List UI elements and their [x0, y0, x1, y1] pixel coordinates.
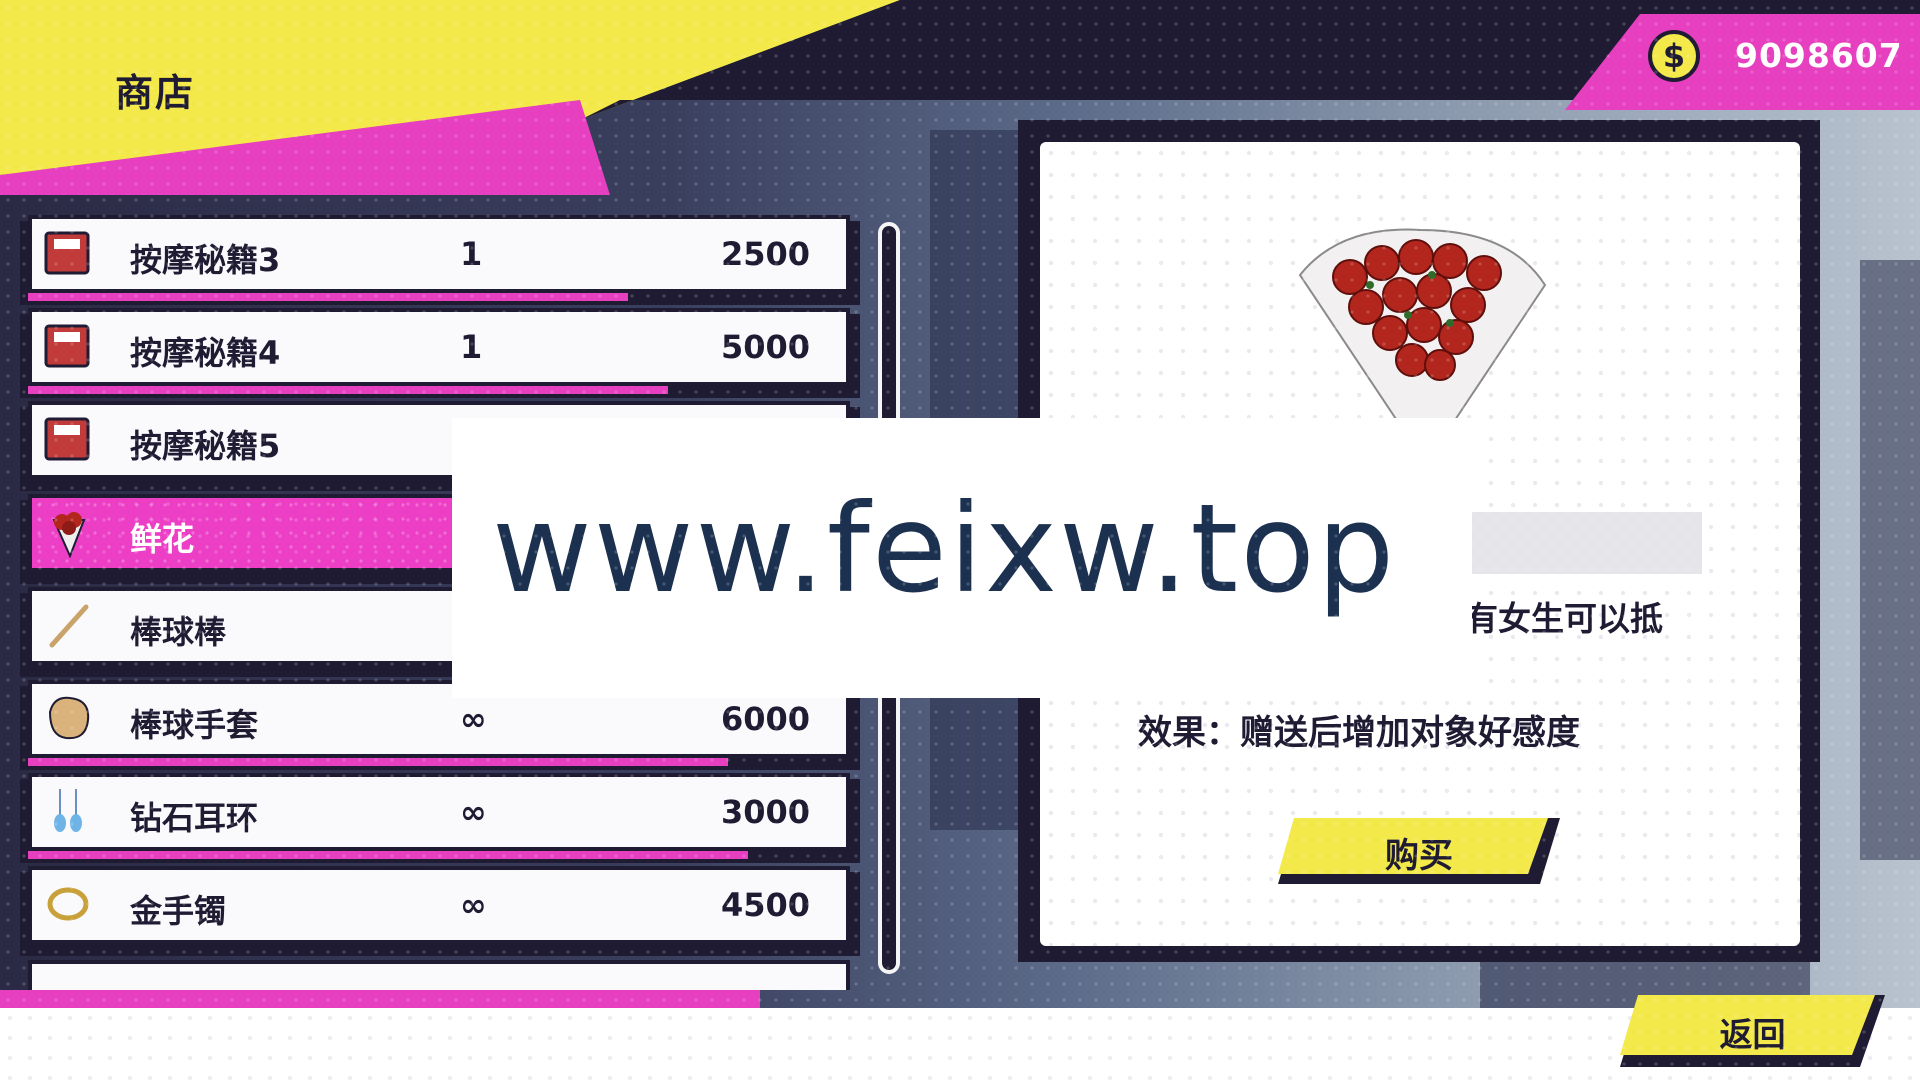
earring-icon	[40, 785, 98, 837]
item-name: 金手镯	[130, 892, 227, 930]
item-name: 钻石耳环	[130, 799, 259, 837]
baseball-glove-icon	[40, 692, 98, 744]
book-icon	[40, 227, 98, 279]
item-quantity: 1	[460, 235, 483, 273]
buy-button-label[interactable]: 购买	[1278, 828, 1560, 877]
item-quantity: 1	[460, 328, 483, 366]
page-title: 商店	[115, 71, 196, 115]
item-name: 棒球棒	[130, 613, 227, 651]
currency-amount: 9098607	[1735, 36, 1903, 75]
shop-item-row[interactable]: 按摩秘籍4 1 5000	[20, 308, 860, 398]
shop-item-row-partial[interactable]	[28, 960, 850, 990]
rose-bouquet-icon	[1298, 228, 1547, 442]
bracelet-icon	[40, 878, 98, 930]
shop-item-row[interactable]: 金手镯 ∞ 4500	[20, 866, 860, 956]
item-price: 3000	[720, 793, 810, 831]
item-price: 6000	[720, 700, 810, 738]
rose-bouquet-icon	[40, 506, 98, 559]
item-quantity: ∞	[460, 700, 487, 738]
watermark-text: www.feixw.top	[492, 478, 1397, 620]
book-icon	[40, 320, 98, 372]
item-name: 鲜花	[130, 520, 195, 558]
item-name: 按摩秘籍3	[130, 241, 281, 279]
item-price: 2500	[720, 235, 810, 273]
item-price: 5000	[720, 328, 810, 366]
item-name: 按摩秘籍4	[130, 334, 281, 372]
item-quantity: ∞	[460, 886, 487, 924]
back-button-label[interactable]: 返回	[1620, 1008, 1885, 1056]
item-name-bar	[1470, 512, 1702, 574]
baseball-bat-icon	[40, 599, 98, 651]
item-description: 有女生可以抵	[1465, 599, 1663, 638]
shop-item-row[interactable]: 钻石耳环 ∞ 3000	[20, 773, 860, 863]
shop-item-row[interactable]: 按摩秘籍3 1 2500	[20, 215, 860, 305]
item-price: 4500	[720, 886, 810, 924]
book-icon	[40, 413, 98, 465]
item-quantity: ∞	[460, 793, 487, 831]
item-effect: 效果：赠送后增加对象好感度	[1138, 713, 1580, 753]
list-footer-bar	[0, 990, 760, 1008]
dollar-coin-icon: $	[1648, 30, 1700, 82]
item-name: 按摩秘籍5	[130, 427, 281, 465]
item-name: 棒球手套	[130, 706, 259, 744]
